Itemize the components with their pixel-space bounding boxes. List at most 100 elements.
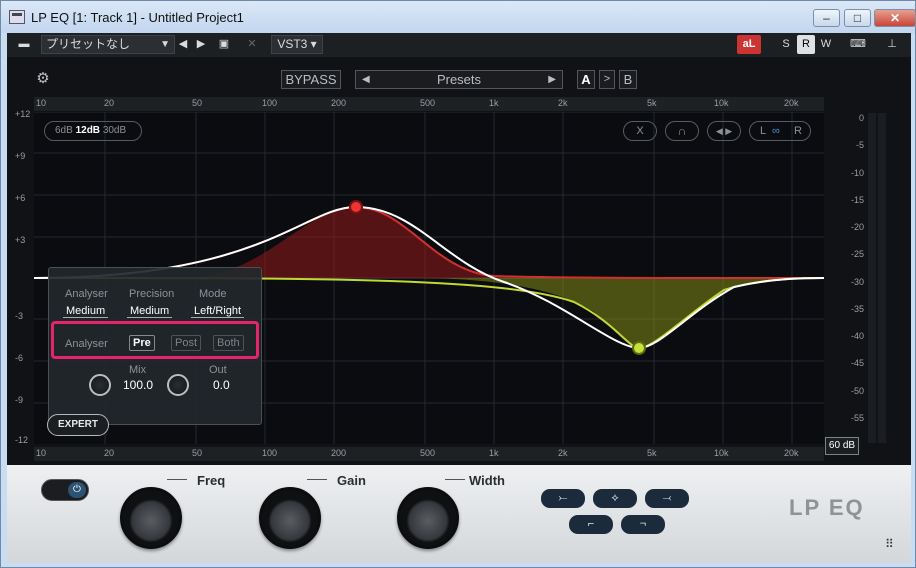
minimize-button[interactable]: – bbox=[813, 9, 840, 27]
a-button[interactable]: A bbox=[577, 70, 595, 89]
freq-tick: 200 bbox=[331, 98, 347, 108]
bypass-button[interactable]: BYPASS bbox=[281, 70, 341, 89]
width-label: Width bbox=[469, 473, 505, 488]
meter-tick: -25 bbox=[850, 249, 864, 259]
prev-preset-arrow-icon[interactable]: ◀ bbox=[362, 71, 370, 88]
highshelf-shape-button[interactable]: ¬ bbox=[621, 515, 665, 534]
write-button[interactable]: W bbox=[817, 35, 835, 54]
range-30db[interactable]: 30dB bbox=[103, 125, 126, 136]
mix-knob[interactable] bbox=[89, 374, 111, 396]
freq-ruler-top: 10 20 50 100 200 500 1k 2k 5k 10k 20k bbox=[34, 97, 824, 111]
format-label: VST3 bbox=[277, 37, 308, 51]
gain-knob[interactable] bbox=[259, 487, 321, 549]
headphones-icon[interactable]: ∩ bbox=[665, 121, 699, 141]
range-selector[interactable]: 6dB 12dB 30dB bbox=[44, 121, 142, 141]
maximize-button[interactable]: □ bbox=[844, 9, 871, 27]
width-knob[interactable] bbox=[397, 487, 459, 549]
mix-value[interactable]: 100.0 bbox=[123, 378, 153, 392]
freq-tick: 50 bbox=[192, 98, 203, 108]
mode-value[interactable]: Left/Right bbox=[191, 305, 245, 318]
freq-tick: 10 bbox=[36, 98, 47, 108]
mode-header: Mode bbox=[199, 288, 227, 300]
app-icon bbox=[9, 10, 25, 24]
out-value[interactable]: 0.0 bbox=[213, 378, 230, 392]
next-preset-arrow-icon[interactable]: ▶ bbox=[548, 71, 556, 88]
save-icon[interactable]: ▣ bbox=[215, 35, 233, 54]
freq-tick: 2k bbox=[558, 448, 568, 458]
analyser-value[interactable]: Medium bbox=[63, 305, 109, 318]
freq-tick: 100 bbox=[262, 98, 278, 108]
copy-ab-icon[interactable]: > bbox=[599, 70, 615, 89]
title-bar: LP EQ [1: Track 1] - Untitled Project1 –… bbox=[1, 1, 916, 33]
freq-tick: 20 bbox=[104, 98, 115, 108]
format-select[interactable]: VST3 ▾ bbox=[271, 35, 323, 54]
gain-scale: +12 +9 +6 +3 -3 -6 -9 -12 bbox=[15, 109, 35, 449]
band-nav-icon[interactable]: ◀ ▶ bbox=[707, 121, 741, 141]
freq-label: Freq bbox=[197, 473, 226, 488]
out-knob[interactable] bbox=[167, 374, 189, 396]
meter-tick: -15 bbox=[850, 195, 864, 205]
next-preset-icon[interactable]: ▶ bbox=[193, 35, 209, 54]
freq-tick: 2k bbox=[558, 98, 568, 108]
control-strip: ⏻ Freq Gain Width ⤚ ⟡ ⤙ ⌐ ¬ LP EQ ⠿ bbox=[7, 465, 911, 563]
b-button[interactable]: B bbox=[619, 70, 637, 89]
read-button[interactable]: R bbox=[797, 35, 815, 54]
presets-bar[interactable]: ◀ Presets ▶ bbox=[355, 70, 563, 89]
meter-tick: -40 bbox=[850, 331, 864, 341]
lowpass-shape-button[interactable]: ⤙ bbox=[645, 489, 689, 508]
freq-tick: 20k bbox=[784, 98, 799, 108]
meter-bar-right bbox=[878, 113, 886, 443]
pin-icon[interactable]: ⊥ bbox=[883, 35, 901, 54]
host-toolbar: ▬ プリセットなし ▼ ◀ ▶ ▣ ✕ VST3 ▾ aL S R W ⌨ ⊥ bbox=[7, 33, 911, 57]
read-write-icon[interactable]: aL bbox=[737, 35, 761, 54]
delete-icon[interactable]: ✕ bbox=[243, 35, 261, 54]
meter-tick: -5 bbox=[855, 140, 864, 150]
channel-l[interactable]: L bbox=[760, 122, 766, 140]
output-meter: 0 -5 -10 -15 -20 -25 -30 -35 -40 -45 -50… bbox=[828, 113, 894, 443]
power-icon: ⏻ bbox=[68, 482, 86, 498]
link-icon[interactable]: ∞ bbox=[772, 122, 780, 140]
freq-tick: 100 bbox=[262, 448, 278, 458]
freq-tick: 5k bbox=[647, 98, 657, 108]
power-toggle[interactable]: ⏻ bbox=[41, 479, 89, 501]
range-12db[interactable]: 12dB bbox=[76, 125, 100, 136]
gain-tick: -3 bbox=[15, 311, 24, 321]
meter-tick: 0 bbox=[858, 113, 864, 123]
preset-select[interactable]: プリセットなし ▼ bbox=[41, 35, 175, 54]
close-button[interactable]: ✕ bbox=[874, 9, 916, 27]
channel-link[interactable]: L ∞ R bbox=[749, 121, 811, 141]
mix-label: Mix bbox=[129, 364, 147, 376]
range-6db[interactable]: 6dB bbox=[55, 125, 73, 136]
keyboard-icon[interactable]: ⌨ bbox=[845, 35, 871, 54]
precision-value[interactable]: Medium bbox=[127, 305, 173, 318]
gain-tick: +12 bbox=[15, 109, 31, 119]
gain-tick: +3 bbox=[15, 235, 26, 245]
gain-tick: +9 bbox=[15, 151, 26, 161]
highpass-shape-button[interactable]: ⤚ bbox=[541, 489, 585, 508]
chevron-down-icon: ▼ bbox=[160, 39, 170, 50]
gain-tick: -6 bbox=[15, 353, 24, 363]
freq-knob[interactable] bbox=[120, 487, 182, 549]
band-2-handle bbox=[632, 341, 646, 355]
prev-preset-icon[interactable]: ◀ bbox=[175, 35, 191, 54]
meter-tick: -35 bbox=[850, 304, 864, 314]
channel-r[interactable]: R bbox=[794, 122, 802, 140]
out-label: Out bbox=[209, 364, 227, 376]
freq-tick: 1k bbox=[489, 448, 499, 458]
meter-tick: -30 bbox=[850, 277, 864, 287]
expert-button[interactable]: EXPERT bbox=[47, 414, 109, 436]
resize-grip-icon[interactable]: ⠿ bbox=[885, 537, 894, 551]
reset-x-button[interactable]: X bbox=[623, 121, 657, 141]
meter-tick: -50 bbox=[850, 386, 864, 396]
meter-range-button[interactable]: 60 dB bbox=[825, 437, 859, 455]
presets-label: Presets bbox=[436, 72, 482, 87]
preset-name: プリセットなし bbox=[46, 37, 131, 51]
peak-shape-button[interactable]: ⟡ bbox=[593, 489, 637, 508]
freq-tick: 5k bbox=[647, 448, 657, 458]
solo-button[interactable]: S bbox=[777, 35, 795, 54]
settings-gear-icon[interactable]: ⚙ bbox=[33, 70, 53, 89]
menu-icon[interactable]: ▬ bbox=[13, 35, 35, 54]
band-1-handle bbox=[349, 200, 363, 214]
meter-bar-left bbox=[868, 113, 876, 443]
lowshelf-shape-button[interactable]: ⌐ bbox=[569, 515, 613, 534]
